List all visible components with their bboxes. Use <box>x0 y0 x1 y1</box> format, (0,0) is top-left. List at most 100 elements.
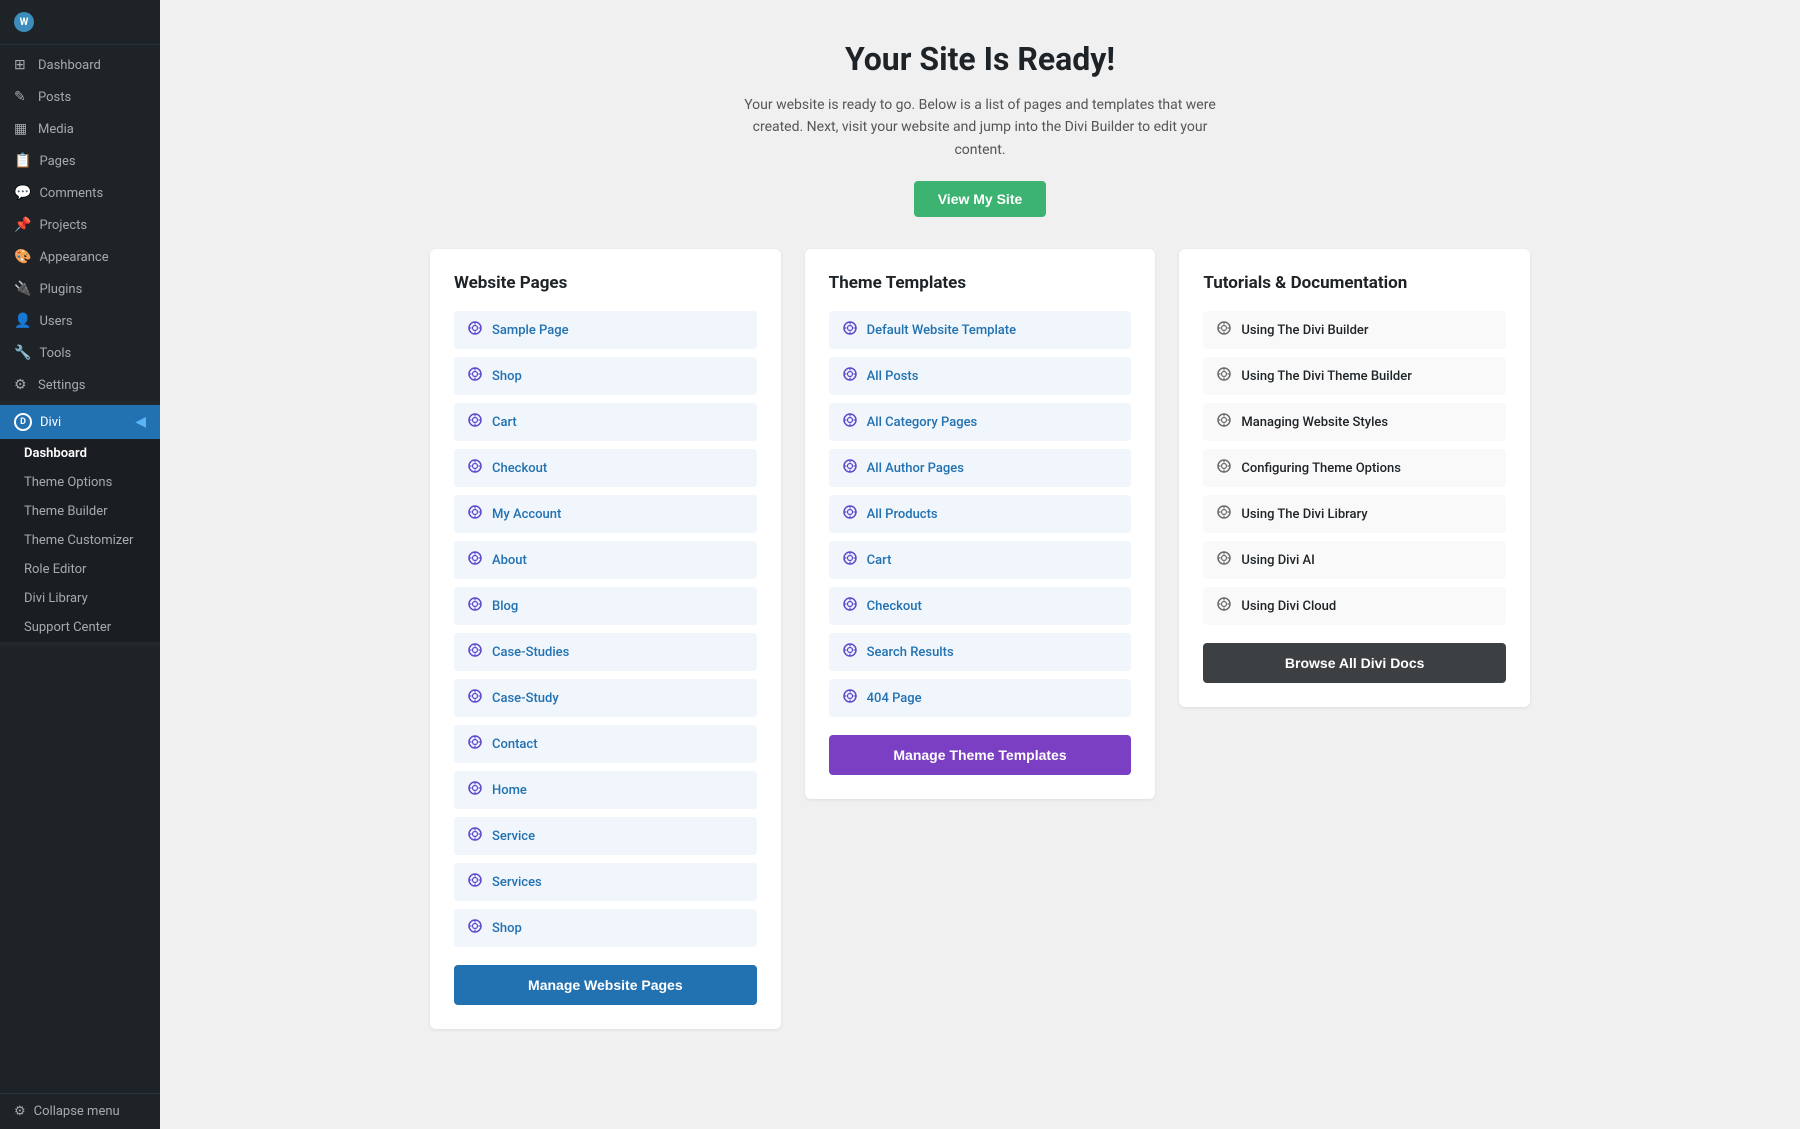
tools-icon: 🔧 <box>14 345 31 361</box>
template-name: All Author Pages <box>867 461 964 476</box>
cards-row: Website Pages Sample Page Shop <box>430 249 1530 1029</box>
page-icon <box>468 643 482 661</box>
tutorial-icon <box>1217 367 1231 385</box>
theme-templates-title: Theme Templates <box>829 273 1132 293</box>
divi-submenu-item-theme-customizer[interactable]: Theme Customizer <box>0 526 160 555</box>
settings-icon: ⚙ <box>14 377 30 393</box>
theme-template-item[interactable]: 404 Page <box>829 679 1132 717</box>
tutorials-title: Tutorials & Documentation <box>1203 273 1506 293</box>
template-name: All Posts <box>867 369 919 384</box>
page-icon <box>468 689 482 707</box>
page-name: Case-Studies <box>492 645 569 660</box>
sidebar-item-users[interactable]: 👤 Users <box>0 305 160 337</box>
tutorial-name: Using Divi Cloud <box>1241 599 1336 614</box>
divi-submenu-item-theme-options[interactable]: Theme Options <box>0 468 160 497</box>
browse-all-docs-button[interactable]: Browse All Divi Docs <box>1203 643 1506 683</box>
theme-template-item[interactable]: Cart <box>829 541 1132 579</box>
pages-icon: 📋 <box>14 153 31 169</box>
sidebar: W ⊞ Dashboard ✎ Posts ▦ Media 📋 Pages 💬 … <box>0 0 160 1129</box>
theme-template-item[interactable]: Default Website Template <box>829 311 1132 349</box>
website-page-item[interactable]: Case-Studies <box>454 633 757 671</box>
template-icon <box>843 459 857 477</box>
page-name: Blog <box>492 599 518 614</box>
template-icon <box>843 551 857 569</box>
sidebar-item-label: Users <box>39 314 72 329</box>
sidebar-item-label: Pages <box>39 154 75 169</box>
website-page-item[interactable]: Service <box>454 817 757 855</box>
sidebar-item-comments[interactable]: 💬 Comments <box>0 177 160 209</box>
tutorials-list: Using The Divi Builder Using The Divi Th… <box>1203 311 1506 625</box>
template-name: All Products <box>867 507 938 522</box>
manage-website-pages-button[interactable]: Manage Website Pages <box>454 965 757 1005</box>
sidebar-item-settings[interactable]: ⚙ Settings <box>0 369 160 401</box>
sidebar-item-projects[interactable]: 📌 Projects <box>0 209 160 241</box>
tutorial-name: Using The Divi Library <box>1241 507 1367 522</box>
template-name: Cart <box>867 553 892 568</box>
website-page-item[interactable]: Cart <box>454 403 757 441</box>
sidebar-logo: W <box>0 0 160 45</box>
theme-template-item[interactable]: All Posts <box>829 357 1132 395</box>
template-icon <box>843 505 857 523</box>
website-page-item[interactable]: About <box>454 541 757 579</box>
divi-menu-header[interactable]: D Divi ◀ <box>0 405 160 439</box>
manage-theme-templates-button[interactable]: Manage Theme Templates <box>829 735 1132 775</box>
theme-templates-list: Default Website Template All Posts All C… <box>829 311 1132 717</box>
sidebar-item-label: Comments <box>39 186 103 201</box>
website-pages-list: Sample Page Shop Cart <box>454 311 757 947</box>
website-page-item[interactable]: Contact <box>454 725 757 763</box>
main-content: Your Site Is Ready! Your website is read… <box>160 0 1800 1129</box>
template-name: All Category Pages <box>867 415 978 430</box>
website-page-item[interactable]: Sample Page <box>454 311 757 349</box>
divi-submenu-item-divi-library[interactable]: Divi Library <box>0 584 160 613</box>
sidebar-item-plugins[interactable]: 🔌 Plugins <box>0 273 160 305</box>
divi-submenu-item-dashboard[interactable]: Dashboard <box>0 439 160 468</box>
sidebar-item-media[interactable]: ▦ Media <box>0 113 160 145</box>
tutorial-item[interactable]: Using The Divi Theme Builder <box>1203 357 1506 395</box>
website-page-item[interactable]: Shop <box>454 909 757 947</box>
tutorial-icon <box>1217 505 1231 523</box>
divi-arrow-icon: ◀ <box>135 414 146 430</box>
divi-submenu-item-theme-builder[interactable]: Theme Builder <box>0 497 160 526</box>
theme-template-item[interactable]: Checkout <box>829 587 1132 625</box>
theme-template-item[interactable]: All Category Pages <box>829 403 1132 441</box>
website-page-item[interactable]: Home <box>454 771 757 809</box>
view-site-button[interactable]: View My Site <box>914 181 1047 217</box>
divi-submenu-item-support-center[interactable]: Support Center <box>0 613 160 642</box>
tutorial-item[interactable]: Using The Divi Library <box>1203 495 1506 533</box>
page-name: Cart <box>492 415 517 430</box>
website-page-item[interactable]: Case-Study <box>454 679 757 717</box>
collapse-label: Collapse menu <box>34 1104 120 1119</box>
website-page-item[interactable]: Shop <box>454 357 757 395</box>
page-icon <box>468 413 482 431</box>
sidebar-item-appearance[interactable]: 🎨 Appearance <box>0 241 160 273</box>
theme-template-item[interactable]: All Products <box>829 495 1132 533</box>
tutorial-name: Configuring Theme Options <box>1241 461 1401 476</box>
tutorial-name: Using Divi AI <box>1241 553 1314 568</box>
sidebar-item-label: Tools <box>39 346 71 361</box>
website-page-item[interactable]: Checkout <box>454 449 757 487</box>
website-page-item[interactable]: My Account <box>454 495 757 533</box>
website-pages-title: Website Pages <box>454 273 757 293</box>
sidebar-item-dashboard[interactable]: ⊞ Dashboard <box>0 49 160 81</box>
page-icon <box>468 505 482 523</box>
tutorial-item[interactable]: Configuring Theme Options <box>1203 449 1506 487</box>
website-page-item[interactable]: Blog <box>454 587 757 625</box>
theme-template-item[interactable]: Search Results <box>829 633 1132 671</box>
sidebar-item-tools[interactable]: 🔧 Tools <box>0 337 160 369</box>
theme-template-item[interactable]: All Author Pages <box>829 449 1132 487</box>
tutorial-item[interactable]: Using Divi Cloud <box>1203 587 1506 625</box>
page-name: Checkout <box>492 461 547 476</box>
tutorial-item[interactable]: Using The Divi Builder <box>1203 311 1506 349</box>
media-icon: ▦ <box>14 121 30 137</box>
divi-submenu-item-role-editor[interactable]: Role Editor <box>0 555 160 584</box>
tutorials-card: Tutorials & Documentation Using The Divi… <box>1179 249 1530 707</box>
tutorial-item[interactable]: Managing Website Styles <box>1203 403 1506 441</box>
website-page-item[interactable]: Services <box>454 863 757 901</box>
collapse-menu-button[interactable]: ⚙ Collapse menu <box>0 1093 160 1129</box>
tutorial-icon <box>1217 597 1231 615</box>
sidebar-item-pages[interactable]: 📋 Pages <box>0 145 160 177</box>
page-icon <box>468 781 482 799</box>
sidebar-item-posts[interactable]: ✎ Posts <box>0 81 160 113</box>
tutorial-item[interactable]: Using Divi AI <box>1203 541 1506 579</box>
template-name: Default Website Template <box>867 323 1016 338</box>
